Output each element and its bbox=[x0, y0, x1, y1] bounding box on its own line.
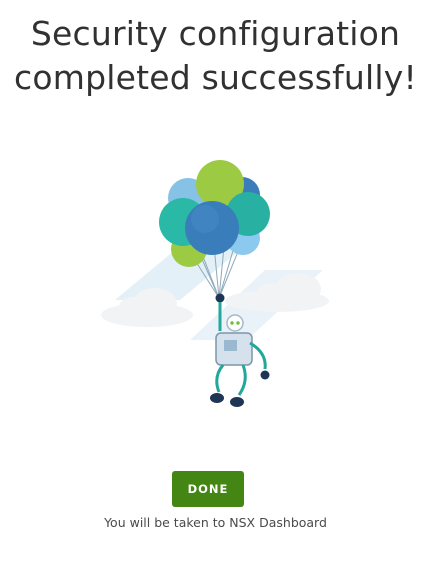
page-title-line-2: completed successfully! bbox=[14, 58, 417, 97]
page-title-line-1: Security configuration bbox=[30, 14, 401, 53]
robot-with-balloons-illustration bbox=[101, 160, 329, 407]
balloon-cluster-icon bbox=[159, 160, 270, 267]
done-button[interactable]: DONE bbox=[172, 471, 244, 507]
redirect-hint-text: You will be taken to NSX Dashboard bbox=[104, 515, 327, 530]
page-title: Security configuration completed success… bbox=[0, 12, 431, 100]
